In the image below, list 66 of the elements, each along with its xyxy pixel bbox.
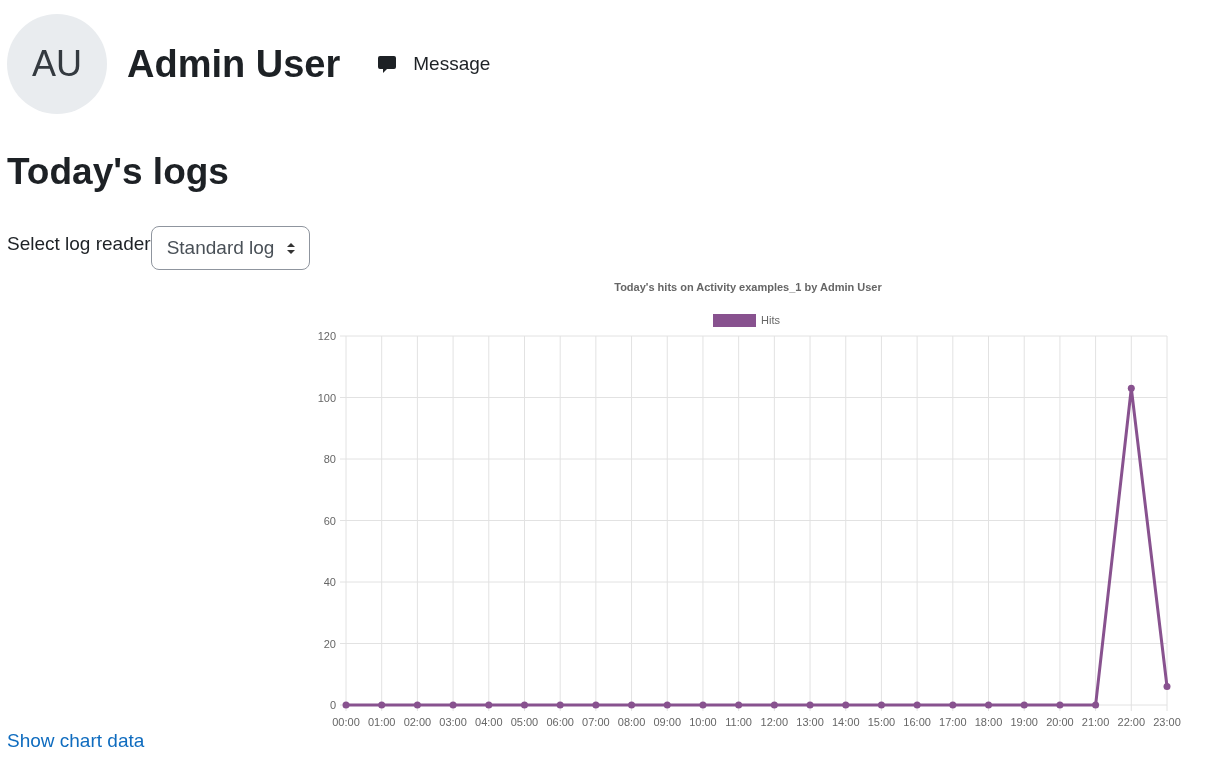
legend-label: Hits	[761, 314, 780, 326]
x-tick-label: 14:00	[831, 716, 860, 728]
data-point	[628, 701, 636, 709]
data-point	[521, 701, 528, 709]
chart-title: Today's hits on Activity examples_1 by Admin User	[614, 281, 882, 293]
data-point	[735, 701, 743, 709]
data-point	[342, 701, 350, 709]
sort-caret-icon	[287, 242, 296, 254]
x-tick-label: 01:00	[367, 716, 396, 728]
data-point	[1163, 683, 1171, 691]
data-point	[913, 701, 921, 709]
data-point	[1127, 384, 1135, 392]
data-point	[877, 701, 885, 709]
data-point	[413, 701, 421, 709]
x-tick-label: 11:00	[725, 716, 752, 728]
data-point	[663, 701, 671, 709]
speech-bubble-icon	[377, 54, 398, 74]
x-tick-label: 15:00	[867, 716, 896, 728]
x-tick-label: 18:00	[974, 716, 1003, 728]
y-tick-label: 20	[323, 637, 336, 650]
x-tick-label: 04:00	[475, 716, 503, 728]
data-point	[485, 701, 493, 709]
x-tick-label: 19:00	[1010, 716, 1038, 728]
x-tick-label: 13:00	[796, 716, 824, 728]
data-point	[806, 701, 814, 709]
data-point	[949, 701, 957, 709]
message-link[interactable]: Message	[377, 53, 491, 75]
data-point	[449, 701, 457, 709]
x-tick-label: 09:00	[653, 716, 682, 728]
x-tick-label: 07:00	[582, 716, 610, 728]
data-point	[592, 701, 600, 709]
x-tick-label: 00:00	[332, 716, 360, 728]
user-name: Admin User	[127, 42, 341, 86]
x-tick-label: 10:00	[689, 716, 717, 728]
y-tick-label: 40	[323, 576, 336, 588]
data-point	[556, 701, 564, 709]
x-tick-label: 20:00	[1046, 716, 1074, 728]
data-point	[1056, 701, 1064, 709]
data-point	[842, 701, 850, 709]
y-tick-label: 80	[323, 453, 336, 465]
select-label: Select log reader	[7, 233, 151, 255]
x-tick-label: 02:00	[403, 716, 432, 728]
data-point	[699, 701, 707, 709]
x-tick-label: 08:00	[617, 716, 646, 728]
data-point	[378, 701, 386, 709]
y-tick-label: 120	[317, 330, 336, 342]
y-tick-label: 100	[317, 391, 336, 404]
x-tick-label: 23:00	[1153, 716, 1181, 728]
x-tick-label: 17:00	[939, 716, 967, 728]
page-heading: Today's logs	[7, 150, 230, 194]
x-tick-label: 22:00	[1117, 716, 1146, 728]
x-tick-label: 21:00	[1081, 716, 1110, 728]
x-tick-label: 16:00	[903, 716, 931, 728]
data-point	[1092, 701, 1100, 709]
x-tick-label: 05:00	[510, 716, 539, 728]
x-tick-label: 03:00	[439, 716, 467, 728]
show-chart-data-link[interactable]: Show chart data	[7, 730, 145, 752]
y-tick-label: 0	[329, 699, 336, 711]
data-point	[770, 701, 778, 709]
data-point	[1020, 701, 1028, 709]
avatar: AU	[7, 14, 107, 114]
y-tick-label: 60	[323, 514, 336, 527]
data-point	[985, 701, 992, 709]
x-tick-label: 06:00	[546, 716, 574, 728]
log-reader-select[interactable]: Standard log	[150, 226, 311, 270]
x-tick-label: 12:00	[760, 716, 789, 728]
